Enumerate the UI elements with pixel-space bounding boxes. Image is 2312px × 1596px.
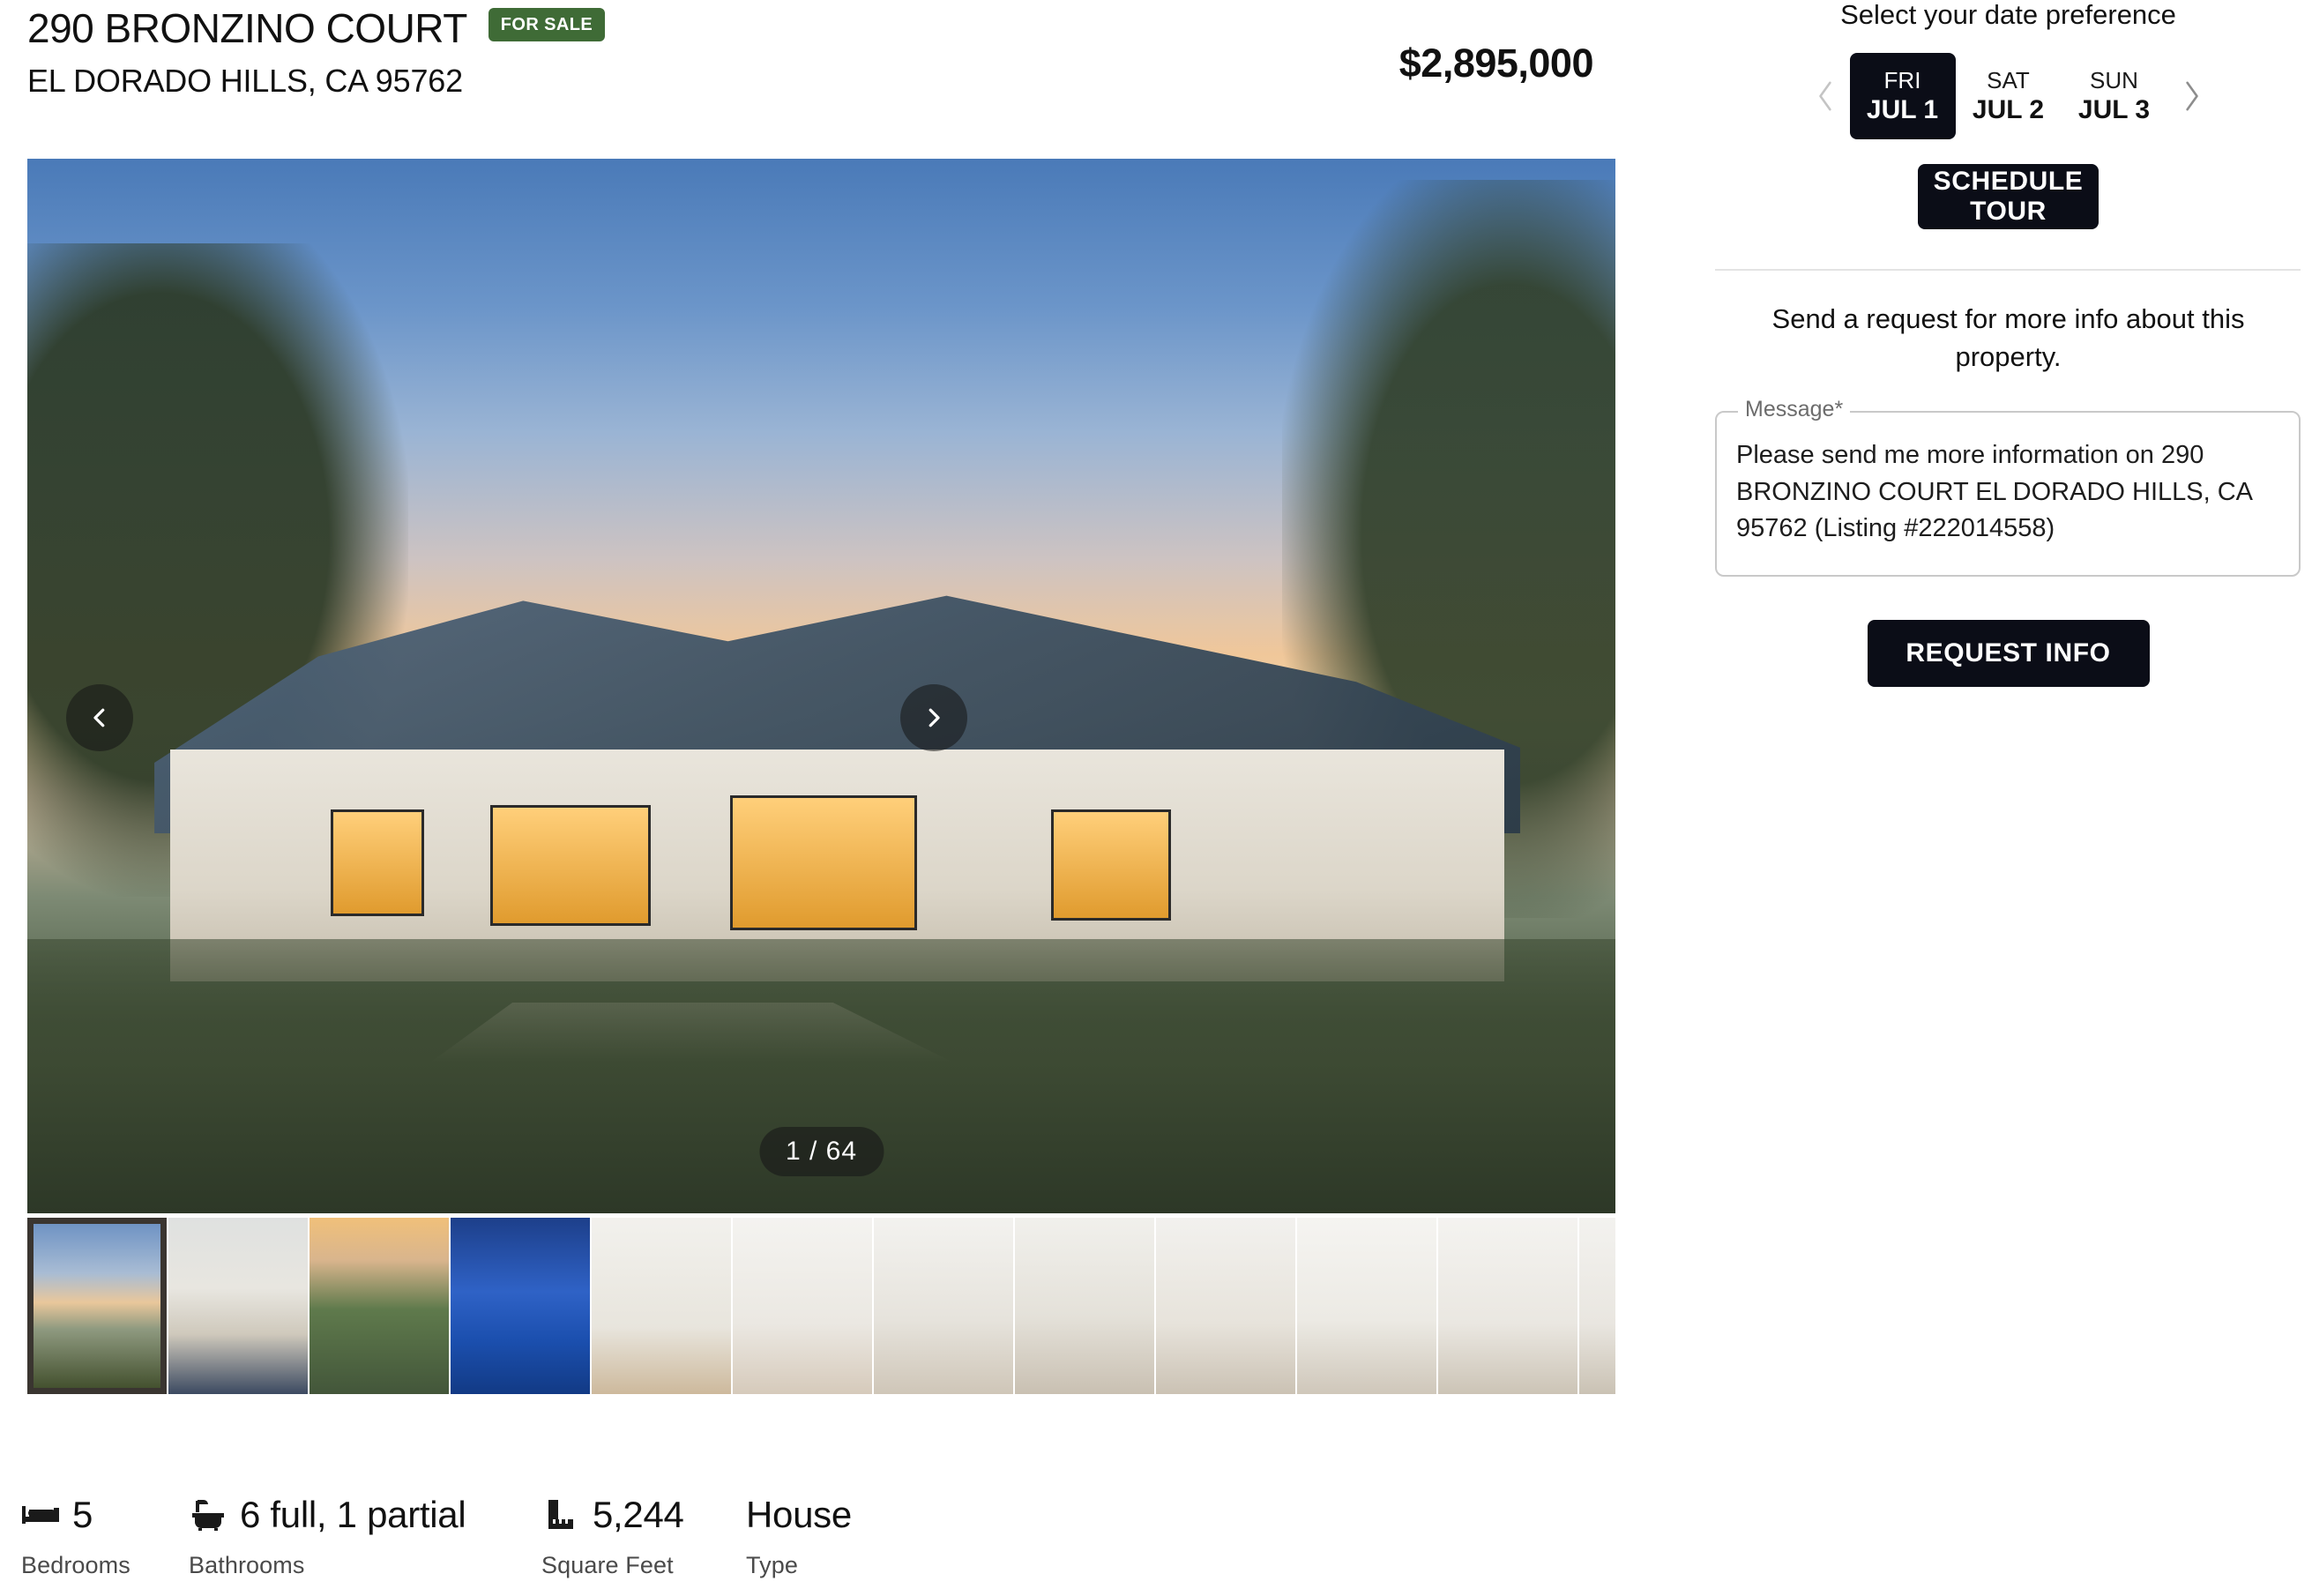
thumbnail-image (310, 1218, 449, 1394)
thumbnail-covered-patio[interactable] (168, 1218, 308, 1394)
date-next-button[interactable] (2167, 68, 2215, 124)
thumbnail-image (1579, 1218, 1615, 1394)
ruler-icon (541, 1497, 580, 1533)
thumbnail-living-room[interactable] (874, 1218, 1013, 1394)
thumbnail-image (168, 1218, 308, 1394)
listing-price: $2,895,000 (1398, 41, 1594, 86)
thumbnail-kitchen-island[interactable] (1297, 1218, 1436, 1394)
date-dow: SUN (2090, 66, 2138, 93)
section-divider (1715, 268, 2301, 271)
thumbnail-image (592, 1218, 731, 1394)
bath-icon (189, 1497, 227, 1533)
bed-icon (21, 1497, 60, 1533)
stat-square-feet: 5,244 Square Feet (541, 1490, 746, 1579)
stat-value: 5,244 (593, 1494, 684, 1535)
listing-header: 290 BRONZINO COURT FOR SALE EL DORADO HI… (27, 5, 1615, 129)
stat-value: House (746, 1494, 852, 1535)
date-dow: SAT (1987, 66, 2030, 93)
thumbnail-great-room[interactable] (1015, 1218, 1154, 1394)
date-preference-title: Select your date preference (1840, 0, 2176, 30)
stat-label: Bathrooms (189, 1552, 305, 1578)
gallery-next-button[interactable] (900, 684, 967, 751)
thumbnail-image (1297, 1218, 1436, 1394)
street-address-row: 290 BRONZINO COURT FOR SALE (27, 5, 606, 52)
chevron-right-icon (929, 708, 940, 727)
image-counter: 1 / 64 (758, 1127, 884, 1176)
thumbnail-image (874, 1218, 1013, 1394)
chevron-right-icon (2185, 81, 2198, 111)
message-field-wrapper: Message* (1715, 397, 2301, 581)
date-day: JUL 2 (1972, 94, 2045, 124)
thumbnail-image (1015, 1218, 1154, 1394)
image-gallery[interactable]: 1 / 64 (27, 159, 1615, 1213)
city-state-zip: EL DORADO HILLS, CA 95762 (27, 62, 463, 99)
thumbnail-strip[interactable] (27, 1218, 1615, 1394)
thumbnail-kitchen-wide[interactable] (1579, 1218, 1615, 1394)
chevron-left-icon (1818, 81, 1831, 111)
hero-image[interactable] (27, 159, 1615, 1213)
gallery-prev-button[interactable] (66, 684, 133, 751)
thumbnail-exterior-dusk-front[interactable] (27, 1218, 167, 1394)
date-prev-button[interactable] (1802, 68, 1850, 124)
schedule-tour-button[interactable]: SCHEDULE TOUR (1918, 163, 2099, 229)
stat-type: House Type (746, 1490, 852, 1579)
date-dow: FRI (1883, 66, 1921, 93)
request-info-heading: Send a request for more info about this … (1771, 302, 2245, 372)
thumbnail-interior-entry[interactable] (592, 1218, 731, 1394)
message-input[interactable] (1715, 411, 2301, 578)
page-title: 290 BRONZINO COURT (27, 5, 467, 51)
stat-label: Square Feet (541, 1552, 674, 1578)
stat-value: 5 (72, 1494, 93, 1535)
thumbnail-image (733, 1218, 872, 1394)
thumbnail-image (1438, 1218, 1577, 1394)
request-info-button[interactable]: REQUEST INFO (1867, 620, 2150, 688)
status-badge: FOR SALE (488, 8, 606, 42)
thumbnail-image (451, 1218, 590, 1394)
stat-bedrooms: 5 Bedrooms (21, 1490, 189, 1579)
property-listing-page: 290 BRONZINO COURT FOR SALE EL DORADO HI… (0, 0, 2312, 1596)
property-stats: 5 Bedrooms 6 full, 1 partial Bathrooms 5… (21, 1490, 852, 1579)
date-option-sat[interactable]: SAT JUL 2 (1956, 53, 2062, 139)
stat-bathrooms: 6 full, 1 partial Bathrooms (189, 1490, 541, 1579)
contact-sidebar: Select your date preference FRI JUL 1 SA… (1715, 0, 2301, 1596)
message-field-label: Message* (1738, 397, 1851, 423)
listing-main-column: 290 BRONZINO COURT FOR SALE EL DORADO HI… (0, 0, 1640, 1596)
date-option-sun[interactable]: SUN JUL 3 (2062, 53, 2167, 139)
address-block: 290 BRONZINO COURT FOR SALE EL DORADO HI… (27, 5, 606, 100)
stat-value: 6 full, 1 partial (240, 1494, 466, 1535)
stat-label: Type (746, 1552, 798, 1578)
thumbnail-image (34, 1224, 160, 1388)
thumbnail-interior-hallway[interactable] (733, 1218, 872, 1394)
date-day: JUL 1 (1866, 94, 1939, 124)
thumbnail-fireplace-room[interactable] (1156, 1218, 1295, 1394)
thumbnail-aerial-sunset-view[interactable] (310, 1218, 449, 1394)
date-option-fri[interactable]: FRI JUL 1 (1849, 52, 1956, 139)
date-day: JUL 3 (2077, 94, 2151, 124)
thumbnail-kitchen-sink[interactable] (1438, 1218, 1577, 1394)
stat-label: Bedrooms (21, 1552, 131, 1578)
thumbnail-image (1156, 1218, 1295, 1394)
chevron-left-icon (93, 708, 105, 727)
date-picker[interactable]: FRI JUL 1 SAT JUL 2 SUN JUL 3 (1715, 52, 2301, 139)
thumbnail-pool-at-night[interactable] (451, 1218, 590, 1394)
